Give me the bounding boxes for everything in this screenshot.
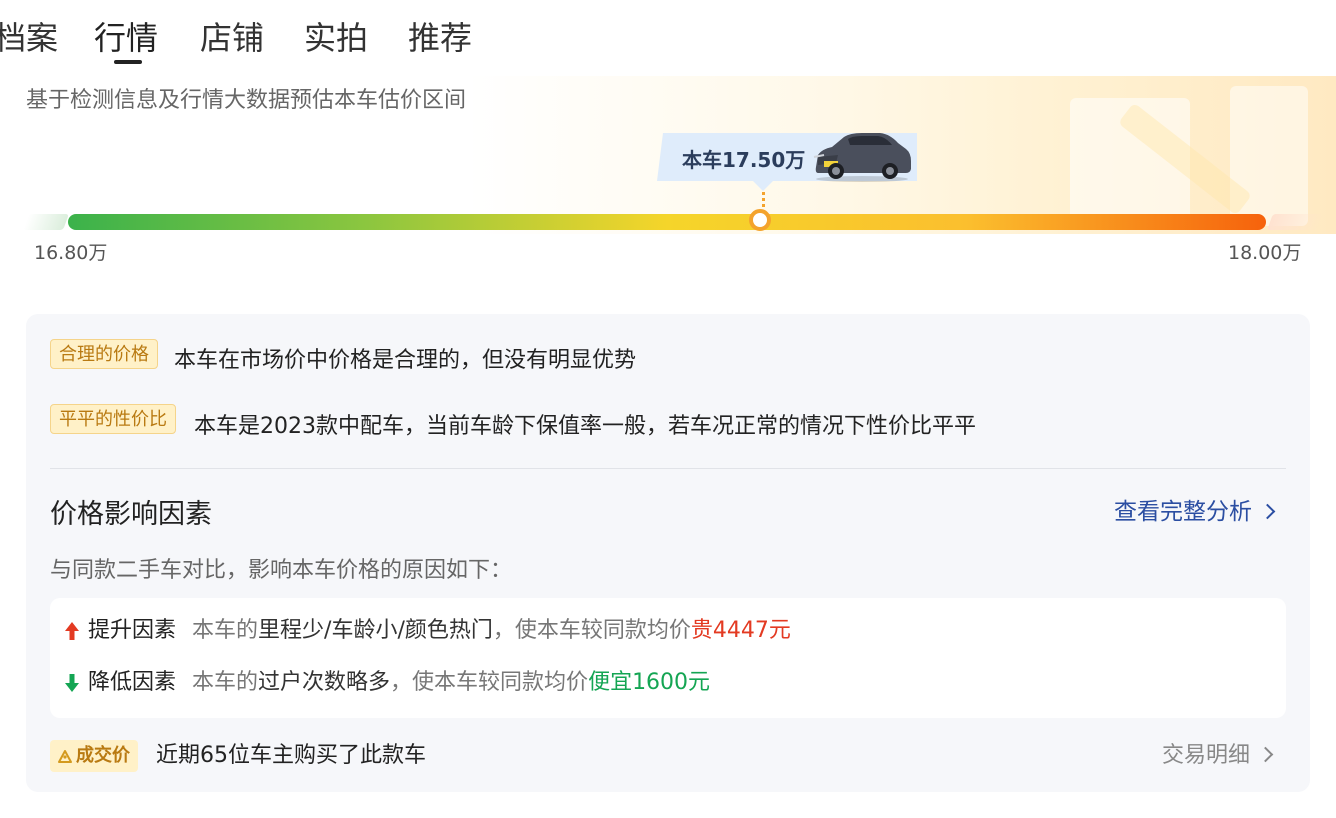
tab-market[interactable]: 行情 [94, 16, 158, 60]
factor-down-result: 便宜1600元 [588, 670, 711, 695]
arrow-up-icon [65, 622, 79, 640]
range-min-label: 16.80万 [34, 242, 108, 264]
tab-recommend[interactable]: 推荐 [408, 16, 472, 60]
factor-down-items: 过户次数略多 [258, 670, 391, 695]
transaction-details-link[interactable]: 交易明细 [1162, 740, 1274, 772]
transaction-details-label: 交易明细 [1162, 743, 1251, 768]
car-thumbnail-icon [813, 133, 911, 182]
price-reasonable-tag: 合理的价格 [50, 339, 158, 369]
chevron-right-icon [1257, 746, 1274, 763]
price-estimate-description: 基于检测信息及行情大数据预估本车估价区间 [26, 88, 467, 113]
divider [50, 468, 1286, 469]
tab-bar: 档案 行情 店铺 实拍 推荐 [0, 0, 1336, 70]
factor-up-prefix: 本车的 [192, 618, 259, 643]
factor-down-prefix: 本车的 [192, 670, 259, 695]
tab-profile[interactable]: 档案 [0, 16, 58, 60]
view-full-analysis-link[interactable]: 查看完整分析 [1114, 492, 1276, 526]
factor-up-middle: ，使本车较同款均价 [492, 618, 691, 643]
factor-up-label: 提升因素 [88, 618, 177, 643]
value-for-money-text: 本车是2023款中配车，当前车龄下保值率一般，若车况正常的情况下性价比平平 [194, 414, 976, 439]
range-max-label: 18.00万 [1228, 242, 1302, 264]
recent-buyers-text: 近期65位车主购买了此款车 [156, 743, 426, 768]
factor-down-label: 降低因素 [88, 670, 177, 695]
factor-down-middle: ，使本车较同款均价 [390, 670, 589, 695]
view-full-analysis-label: 查看完整分析 [1114, 499, 1252, 525]
range-bar-end-cap [1267, 214, 1323, 230]
price-estimate-section: 基于检测信息及行情大数据预估本车估价区间 本车17.50万 16.80万 18.… [0, 76, 1336, 276]
current-price-marker [748, 209, 771, 231]
range-bar-start-cap [23, 214, 69, 230]
factor-up-row: 提升因素 本车的里程少/车龄小/颜色热门，使本车较同款均价贵4447元 [64, 615, 791, 647]
chevron-right-icon [1259, 503, 1276, 520]
price-analysis-card: 合理的价格 本车在市场价中价格是合理的，但没有明显优势 平平的性价比 本车是20… [26, 314, 1310, 792]
value-for-money-tag: 平平的性价比 [50, 404, 176, 434]
deal-price-tag: 成交价 [50, 740, 138, 772]
active-tab-indicator [114, 60, 142, 64]
arrow-down-icon [65, 674, 79, 692]
factor-up-result: 贵4447元 [690, 618, 791, 643]
price-factors-subtitle: 与同款二手车对比，影响本车价格的原因如下： [50, 558, 513, 583]
deal-price-tag-label: 成交价 [76, 745, 130, 766]
price-reasonable-text: 本车在市场价中价格是合理的，但没有明显优势 [174, 348, 637, 373]
price-range-bar [68, 214, 1266, 230]
price-factors-title: 价格影响因素 [50, 499, 212, 530]
factor-down-row: 降低因素 本车的过户次数略多，使本车较同款均价便宜1600元 [64, 667, 710, 699]
current-price-label: 本车17.50万 [682, 148, 806, 172]
factors-list: 提升因素 本车的里程少/车龄小/颜色热门，使本车较同款均价贵4447元 降低因素本… [50, 598, 1286, 718]
bubble-pointer [753, 181, 773, 191]
factor-up-items: 里程少/车龄小/颜色热门 [258, 618, 493, 643]
tab-photos[interactable]: 实拍 [304, 16, 368, 60]
price-tag-icon [58, 750, 72, 763]
tab-store[interactable]: 店铺 [200, 16, 264, 60]
